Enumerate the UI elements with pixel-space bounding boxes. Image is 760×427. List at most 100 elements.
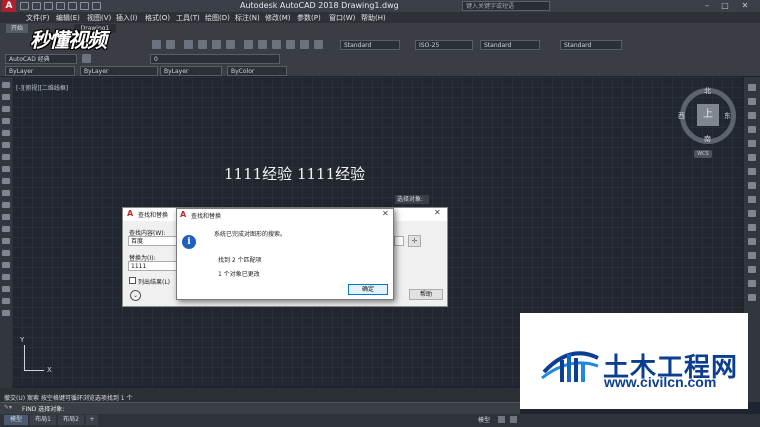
table-icon[interactable]: [2, 286, 10, 292]
redo-tool-icon[interactable]: [166, 40, 175, 49]
line-tool-icon[interactable]: [2, 82, 10, 88]
sheet-set-icon[interactable]: [286, 40, 295, 49]
more-options-chevron-icon[interactable]: ⌄: [130, 290, 141, 301]
fillet-icon[interactable]: [748, 280, 756, 287]
markup-icon[interactable]: [300, 40, 309, 49]
menu-view[interactable]: 视图(V): [87, 13, 111, 23]
dim-style-combo[interactable]: ISO-25: [415, 40, 473, 50]
tab-layout2[interactable]: 布局2: [58, 415, 84, 425]
menu-help[interactable]: 帮助(H): [361, 13, 386, 23]
close-button[interactable]: ✕: [738, 1, 752, 11]
snap-icon[interactable]: [510, 416, 517, 423]
tool-palettes-icon[interactable]: [272, 40, 281, 49]
quickcalc-icon[interactable]: [314, 40, 323, 49]
add-selected-icon[interactable]: [2, 310, 10, 316]
find-replace-close-icon[interactable]: ✕: [434, 208, 441, 217]
menu-draw[interactable]: 绘图(D): [205, 13, 230, 23]
offset-icon[interactable]: [748, 126, 756, 133]
tab-start[interactable]: 开始: [6, 24, 28, 33]
undo-tool-icon[interactable]: [152, 40, 161, 49]
array-icon[interactable]: [748, 140, 756, 147]
viewcube-east[interactable]: 东: [724, 111, 731, 121]
circle-icon[interactable]: [2, 154, 10, 160]
menu-format[interactable]: 格式(O): [145, 13, 170, 23]
construction-line-icon[interactable]: [2, 94, 10, 100]
help-button[interactable]: 帮助: [409, 289, 443, 300]
wcs-menu[interactable]: WCS: [694, 150, 712, 158]
make-block-icon[interactable]: [2, 226, 10, 232]
scale-icon[interactable]: [748, 182, 756, 189]
add-layout-tab[interactable]: +: [86, 415, 98, 425]
polygon-icon[interactable]: [2, 118, 10, 124]
chamfer-icon[interactable]: [748, 266, 756, 273]
pan-icon[interactable]: [184, 40, 193, 49]
revision-cloud-icon[interactable]: [2, 166, 10, 172]
viewcube-north[interactable]: 北: [704, 86, 711, 96]
find-where-dropdown[interactable]: [394, 236, 404, 246]
join-icon[interactable]: [748, 252, 756, 259]
hatch-icon[interactable]: [2, 250, 10, 256]
ok-button[interactable]: 确定: [348, 284, 388, 295]
extend-icon[interactable]: [748, 224, 756, 231]
erase-icon[interactable]: [748, 84, 756, 91]
ellipse-arc-icon[interactable]: [2, 202, 10, 208]
point-icon[interactable]: [2, 238, 10, 244]
grid-icon[interactable]: [498, 416, 505, 423]
print-icon[interactable]: [68, 2, 77, 10]
find-what-input[interactable]: 百度: [128, 236, 180, 246]
viewport-controls[interactable]: [-][俯视][二维线框]: [16, 83, 68, 92]
properties-icon[interactable]: [244, 40, 253, 49]
viewcube-top-face[interactable]: 上: [697, 104, 719, 126]
gradient-icon[interactable]: [2, 262, 10, 268]
move-icon[interactable]: [748, 154, 756, 161]
explode-icon[interactable]: [748, 294, 756, 301]
multileader-style-combo[interactable]: Standard: [560, 40, 622, 50]
zoom-window-icon[interactable]: [212, 40, 221, 49]
zoom-previous-icon[interactable]: [226, 40, 235, 49]
save-icon[interactable]: [44, 2, 53, 10]
drawing-text-object[interactable]: 1111经验 1111经验: [224, 163, 365, 184]
text-style-combo[interactable]: Standard: [340, 40, 400, 50]
replace-with-input[interactable]: 1111: [128, 261, 180, 271]
polyline-icon[interactable]: [2, 106, 10, 112]
break-icon[interactable]: [748, 238, 756, 245]
viewcube-west[interactable]: 西: [678, 111, 685, 121]
arc-icon[interactable]: [2, 142, 10, 148]
command-input[interactable]: FIND 选择对象:: [22, 404, 64, 413]
plot-style-combo[interactable]: ByColor: [227, 66, 287, 76]
save-as-icon[interactable]: [56, 2, 65, 10]
menu-modify[interactable]: 修改(M): [265, 13, 291, 23]
design-center-icon[interactable]: [258, 40, 267, 49]
workspace-combo[interactable]: AutoCAD 经典: [5, 54, 77, 64]
linetype-combo[interactable]: ByLayer: [80, 66, 158, 76]
multiline-text-icon[interactable]: [2, 298, 10, 304]
region-icon[interactable]: [2, 274, 10, 280]
layer-combo[interactable]: 0: [150, 54, 280, 64]
menu-insert[interactable]: 插入(I): [116, 13, 138, 23]
tab-model[interactable]: 模型: [4, 415, 28, 425]
ellipse-icon[interactable]: [2, 190, 10, 196]
model-space-toggle[interactable]: 模型: [478, 415, 490, 424]
open-file-icon[interactable]: [32, 2, 41, 10]
select-objects-button[interactable]: ✛: [408, 235, 421, 247]
menu-window[interactable]: 窗口(W): [329, 13, 355, 23]
menu-edit[interactable]: 编辑(E): [56, 13, 80, 23]
stretch-icon[interactable]: [748, 196, 756, 203]
tab-layout1[interactable]: 布局1: [30, 415, 56, 425]
rectangle-icon[interactable]: [2, 130, 10, 136]
menu-tools[interactable]: 工具(T): [176, 13, 200, 23]
new-file-icon[interactable]: [20, 2, 29, 10]
layer-properties-icon[interactable]: [82, 54, 91, 63]
redo-icon[interactable]: [92, 2, 101, 10]
zoom-realtime-icon[interactable]: [198, 40, 207, 49]
message-dialog-close-icon[interactable]: ✕: [382, 209, 389, 218]
rotate-icon[interactable]: [748, 168, 756, 175]
menu-parametric[interactable]: 参数(P): [297, 13, 321, 23]
list-results-checkbox[interactable]: [129, 277, 136, 284]
menu-dimension[interactable]: 标注(N): [235, 13, 260, 23]
color-combo[interactable]: ByLayer: [5, 66, 75, 76]
command-line[interactable]: [0, 402, 520, 414]
lineweight-combo[interactable]: ByLayer: [160, 66, 222, 76]
table-style-combo[interactable]: Standard: [480, 40, 540, 50]
undo-icon[interactable]: [80, 2, 89, 10]
